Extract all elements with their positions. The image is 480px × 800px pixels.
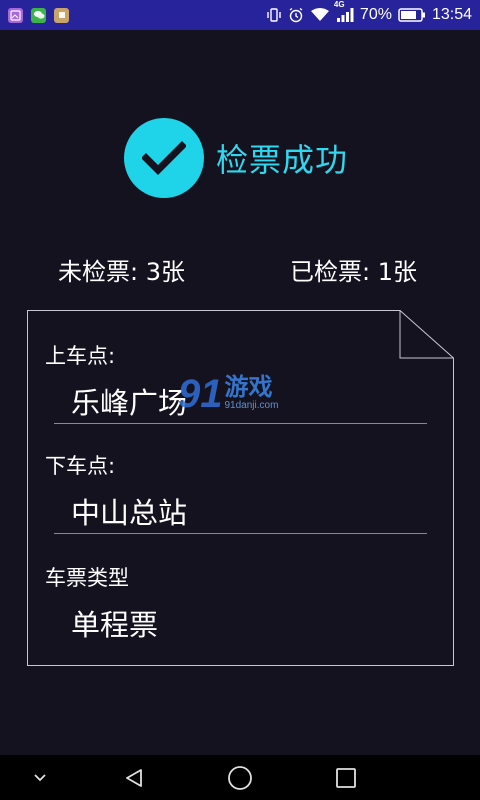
vibrate-icon: [266, 7, 282, 23]
network-type: 4G: [333, 0, 345, 9]
ticket-type-value: 单程票: [71, 608, 159, 642]
ticket-card: 上车点: 乐峰广场 下车点: 中山总站 车票类型 单程票: [27, 310, 454, 666]
boarding-label: 上车点:: [45, 344, 116, 368]
ticket-type-label: 车票类型: [45, 566, 129, 590]
alighting-label: 下车点:: [45, 454, 116, 478]
screen: 4G 70% 13:54 检票成功 未检票: 3张 已检票: 1张 上车点: 乐…: [0, 0, 480, 800]
success-title: 检票成功: [216, 141, 349, 179]
notification-app-icon: [54, 7, 69, 23]
status-indicators: 4G 70% 13:54: [266, 0, 472, 24]
clock: 13:54: [431, 6, 472, 23]
back-icon[interactable]: [112, 755, 156, 800]
notification-icons: [8, 7, 69, 23]
watermark-logo: 91: [178, 372, 223, 416]
navigation-bar: [0, 755, 480, 800]
watermark-url: 91danji.com: [224, 400, 279, 412]
checked-count: 已检票: 1张: [290, 258, 417, 286]
battery-percent: 70%: [359, 6, 392, 23]
ticket-counts: 未检票: 3张 已检票: 1张: [0, 252, 480, 286]
collapse-icon[interactable]: [20, 755, 60, 800]
ticket-type-field: 车票类型 单程票: [45, 562, 435, 644]
signal-icon: 4G: [334, 0, 354, 23]
gallery-app-icon: [8, 7, 23, 23]
unchecked-count: 未检票: 3张: [58, 258, 185, 286]
wechat-icon: [31, 7, 46, 23]
alighting-field: 下车点: 中山总站: [45, 450, 435, 532]
divider: [54, 533, 427, 534]
divider: [54, 423, 427, 424]
watermark: 91 游戏 91danji.com: [178, 374, 278, 414]
watermark-name: 游戏: [224, 373, 273, 401]
home-icon[interactable]: [218, 755, 262, 800]
check-icon: [124, 118, 204, 198]
battery-icon: [398, 8, 426, 22]
check-success-header: 检票成功: [124, 118, 348, 198]
alighting-value: 中山总站: [71, 496, 188, 530]
alarm-icon: [288, 7, 304, 23]
recents-icon[interactable]: [324, 755, 368, 800]
wifi-icon: [310, 7, 330, 23]
status-bar: 4G 70% 13:54: [0, 0, 480, 30]
